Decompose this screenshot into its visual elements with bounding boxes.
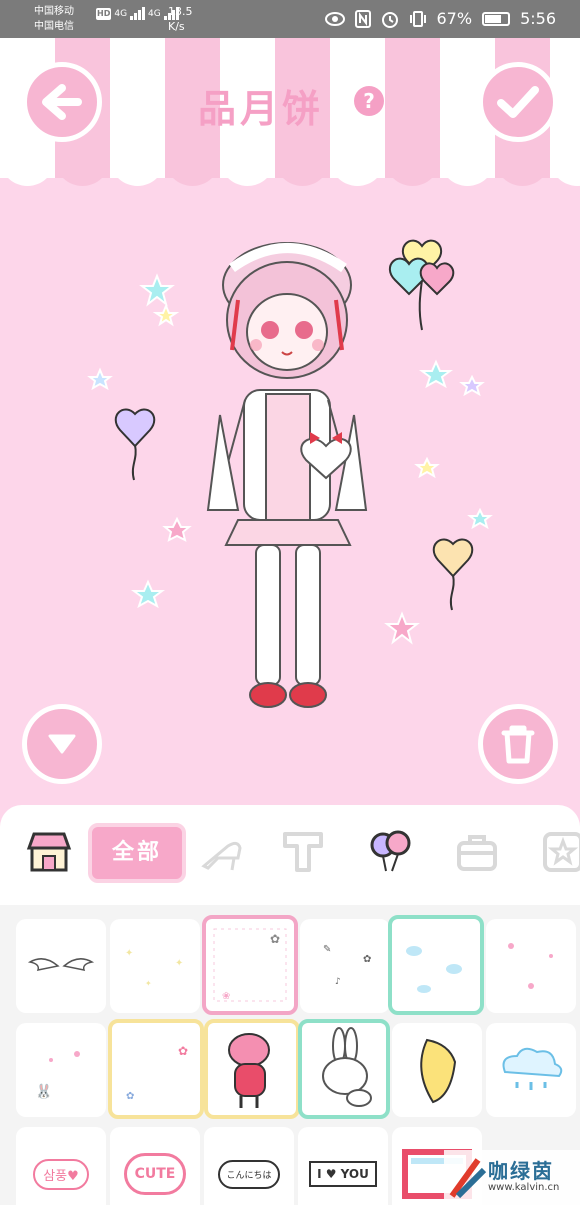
carrier-2: 中国电信 (34, 21, 74, 32)
help-button[interactable]: ? (354, 86, 384, 116)
clock: 5:56 (520, 9, 556, 28)
carrier-info: 中国移动 中国电信 (34, 4, 74, 34)
tab-decor[interactable] (366, 827, 416, 877)
flower-frame-icon: ✿❀ (213, 928, 287, 1002)
sticker-text-bubble-4[interactable]: I ♥ YOU (298, 1127, 388, 1205)
flower-pattern-icon: ✿✿ (126, 1044, 188, 1102)
arrow-left-icon (42, 84, 82, 120)
status-bar: 中国移动 中国电信 HD 4G 4G 13.5 K/s 67% 5:56 (0, 0, 580, 38)
sparkles-icon: ✦ ✦ ✦ (125, 948, 183, 988)
collapse-button[interactable] (22, 704, 102, 784)
bunny-icon (322, 1027, 372, 1107)
bunny-pattern-icon: 🐰 (35, 1051, 80, 1100)
item-panel: 全部 ✦ ✦ ✦ ✿ ❀ ✎ ✿ ♪ 🐰 ✿ ✿ 삼풍♥ CUTE こんにちは … (0, 805, 580, 1205)
hd-badge: HD (96, 8, 112, 20)
tab-bags[interactable] (452, 827, 502, 877)
confetti-icon (508, 943, 553, 989)
sticker-text-1: 삼풍♥ (33, 1158, 89, 1190)
tab-shoes[interactable] (196, 827, 246, 877)
watermark-logo-icon (449, 1158, 487, 1199)
sticker-clouds[interactable] (388, 915, 484, 1015)
network-type-2: 4G (148, 9, 161, 19)
checkmark-icon (497, 86, 539, 118)
dress-up-stage (0, 180, 580, 800)
speed-unit: K/s (168, 20, 185, 33)
bag-icon (457, 835, 497, 871)
sticker-bunny-pattern[interactable]: 🐰 (16, 1023, 106, 1117)
letter-t-icon (283, 832, 323, 872)
tab-text[interactable] (278, 827, 328, 877)
confirm-button[interactable] (478, 62, 558, 142)
sticker-sparkles[interactable]: ✦ ✦ ✦ (110, 919, 200, 1013)
character-scene (87, 239, 493, 708)
tab-frames[interactable] (538, 827, 580, 877)
star-frame-icon (543, 832, 580, 872)
rain-cloud-icon (502, 1047, 563, 1090)
sticker-bunny[interactable] (298, 1019, 390, 1119)
svg-text:🐰: 🐰 (35, 1083, 52, 1100)
tab-shop[interactable] (24, 827, 74, 877)
sticker-wings[interactable] (16, 919, 106, 1013)
category-tabs: 全部 (0, 805, 580, 905)
svg-text:✿: ✿ (363, 954, 371, 965)
shop-icon (26, 832, 72, 872)
watermark-url: www.kalvin.cn (488, 1182, 560, 1193)
trash-icon (501, 725, 535, 764)
speed-value: 13.5 (168, 5, 193, 18)
sticker-doodles[interactable]: ✎ ✿ ♪ (300, 919, 390, 1013)
svg-text:✦: ✦ (145, 979, 152, 988)
sticker-floral-frame[interactable]: ✿ ❀ (202, 915, 298, 1015)
network-speed: 13.5 K/s (168, 4, 193, 34)
signal-group: HD 4G 4G (96, 6, 179, 20)
angel-wings-icon (27, 958, 95, 971)
sticker-text-bubble-1[interactable]: 삼풍♥ (16, 1127, 106, 1205)
status-icons: 67% 5:56 (324, 9, 556, 28)
sticker-pig[interactable] (204, 1019, 300, 1119)
carrier-1: 中国移动 (34, 6, 74, 17)
eye-icon (324, 11, 345, 26)
sticker-text-bubble-2[interactable]: CUTE (110, 1127, 200, 1205)
pig-character-icon (228, 1033, 270, 1108)
sticker-banana[interactable] (392, 1023, 482, 1117)
svg-text:❀: ❀ (222, 991, 230, 1002)
sticker-flower-pattern[interactable]: ✿ ✿ (108, 1019, 204, 1119)
sticker-text-4: I ♥ YOU (309, 1161, 377, 1187)
svg-text:✦: ✦ (175, 958, 183, 969)
triangle-down-icon (48, 734, 76, 754)
svg-text:✿: ✿ (270, 932, 280, 946)
battery-icon (482, 11, 511, 26)
svg-text:✿: ✿ (178, 1044, 188, 1058)
delete-button[interactable] (478, 704, 558, 784)
balloons-icon (370, 830, 411, 872)
alarm-icon (381, 11, 398, 28)
sticker-rain-cloud[interactable] (486, 1023, 576, 1117)
signal-icon (130, 6, 146, 20)
tab-all[interactable]: 全部 (88, 823, 186, 883)
svg-text:✎: ✎ (323, 944, 331, 955)
cloud-pattern-icon (406, 946, 462, 993)
sticker-text-3: こんにちは (218, 1159, 280, 1189)
network-type-1: 4G (114, 9, 128, 19)
nfc-icon (354, 9, 371, 28)
sticker-text-bubble-3[interactable]: こんにちは (204, 1127, 294, 1205)
vibrate-icon (409, 10, 426, 27)
high-heel-icon (201, 841, 242, 871)
back-button[interactable] (22, 62, 102, 142)
watermark-name: 咖绿茵 (488, 1159, 554, 1183)
character-doll (206, 242, 368, 708)
sticker-dots[interactable] (486, 919, 576, 1013)
sticker-text-2: CUTE (123, 1153, 187, 1195)
battery-percent: 67% (436, 9, 473, 28)
banana-icon (420, 1038, 457, 1104)
svg-text:♪: ♪ (335, 977, 341, 987)
page-title: 品月饼 (198, 86, 325, 131)
watermark: 咖绿茵 www.kalvin.cn (444, 1150, 580, 1205)
svg-text:✿: ✿ (126, 1091, 134, 1102)
svg-text:✦: ✦ (125, 948, 133, 959)
doodles-icon: ✎ ✿ ♪ (323, 944, 371, 987)
